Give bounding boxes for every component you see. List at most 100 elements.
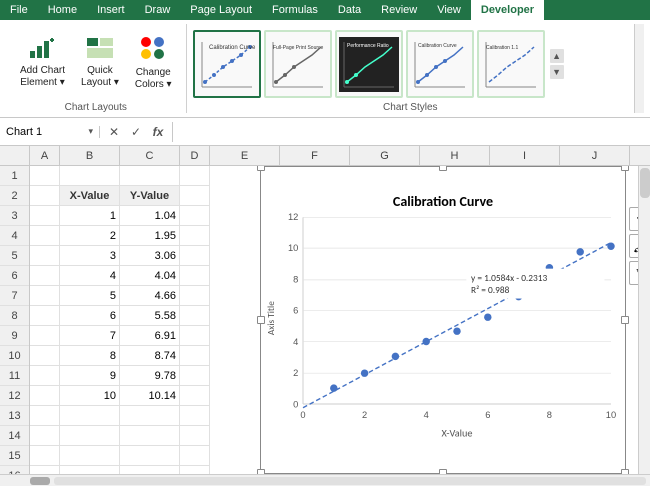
change-colors-button[interactable]: ChangeColors ▾: [129, 33, 178, 93]
cell-b3[interactable]: 1: [60, 206, 120, 226]
row-num-6[interactable]: 6: [0, 266, 29, 286]
cell-c12[interactable]: 10.14: [120, 386, 180, 406]
chart-style-2[interactable]: Full-Page Print Source: [264, 30, 332, 98]
col-header-d[interactable]: D: [180, 146, 210, 165]
name-box-dropdown[interactable]: ▾: [88, 126, 93, 137]
cell-b6[interactable]: 4: [60, 266, 120, 286]
cell-c1[interactable]: [120, 166, 180, 186]
cell-a16[interactable]: [30, 466, 60, 474]
handle-ml[interactable]: [257, 316, 265, 324]
col-header-e[interactable]: E: [210, 146, 280, 165]
cell-c13[interactable]: [120, 406, 180, 426]
tab-developer[interactable]: Developer: [471, 0, 544, 20]
cell-d3[interactable]: [180, 206, 210, 226]
tab-file[interactable]: File: [0, 0, 38, 20]
row-num-10[interactable]: 10: [0, 346, 29, 366]
row-num-12[interactable]: 12: [0, 386, 29, 406]
chart-style-nav-up[interactable]: ▲: [550, 49, 564, 63]
cell-b5[interactable]: 3: [60, 246, 120, 266]
row-num-16[interactable]: 16: [0, 466, 29, 474]
cell-c16[interactable]: [120, 466, 180, 474]
cell-d5[interactable]: [180, 246, 210, 266]
handle-tm[interactable]: [439, 166, 447, 171]
row-num-14[interactable]: 14: [0, 426, 29, 446]
cell-a9[interactable]: [30, 326, 60, 346]
chart-style-btn[interactable]: 🖌: [629, 234, 638, 258]
chart-style-5[interactable]: Calibration 1.1: [477, 30, 545, 98]
cell-a7[interactable]: [30, 286, 60, 306]
cell-b15[interactable]: [60, 446, 120, 466]
cell-a6[interactable]: [30, 266, 60, 286]
cell-a10[interactable]: [30, 346, 60, 366]
cell-c9[interactable]: 6.91: [120, 326, 180, 346]
col-header-b[interactable]: B: [60, 146, 120, 165]
cell-a5[interactable]: [30, 246, 60, 266]
handle-tr[interactable]: [621, 166, 629, 171]
col-header-h[interactable]: H: [420, 146, 490, 165]
tab-data[interactable]: Data: [328, 0, 371, 20]
cell-d11[interactable]: [180, 366, 210, 386]
col-header-g[interactable]: G: [350, 146, 420, 165]
cell-a8[interactable]: [30, 306, 60, 326]
col-header-f[interactable]: F: [280, 146, 350, 165]
tab-home[interactable]: Home: [38, 0, 87, 20]
cell-b9[interactable]: 7: [60, 326, 120, 346]
row-num-13[interactable]: 13: [0, 406, 29, 426]
cell-d2[interactable]: [180, 186, 210, 206]
cell-a4[interactable]: [30, 226, 60, 246]
handle-bm[interactable]: [439, 469, 447, 474]
handle-bl[interactable]: [257, 469, 265, 474]
cell-a12[interactable]: [30, 386, 60, 406]
cell-c5[interactable]: 3.06: [120, 246, 180, 266]
cell-b13[interactable]: [60, 406, 120, 426]
cell-a1[interactable]: [30, 166, 60, 186]
formula-fx-btn[interactable]: fx: [148, 122, 168, 142]
cell-b12[interactable]: 10: [60, 386, 120, 406]
row-num-2[interactable]: 2: [0, 186, 29, 206]
tab-formulas[interactable]: Formulas: [262, 0, 328, 20]
cell-b1[interactable]: [60, 166, 120, 186]
cell-d14[interactable]: [180, 426, 210, 446]
horizontal-scrollbar[interactable]: [0, 474, 650, 486]
cell-b8[interactable]: 6: [60, 306, 120, 326]
cell-c14[interactable]: [120, 426, 180, 446]
cell-a14[interactable]: [30, 426, 60, 446]
tab-insert[interactable]: Insert: [87, 0, 135, 20]
handle-tl[interactable]: [257, 166, 265, 171]
chart-style-nav-down[interactable]: ▼: [550, 65, 564, 79]
cell-d8[interactable]: [180, 306, 210, 326]
row-num-7[interactable]: 7: [0, 286, 29, 306]
cell-a11[interactable]: [30, 366, 60, 386]
col-header-a[interactable]: A: [30, 146, 60, 165]
name-box[interactable]: Chart 1 ▾: [0, 126, 100, 138]
cell-d10[interactable]: [180, 346, 210, 366]
chart-style-3[interactable]: Performance Ratio: [335, 30, 403, 98]
cell-a15[interactable]: [30, 446, 60, 466]
formula-input[interactable]: [173, 126, 650, 138]
col-header-j[interactable]: J: [560, 146, 630, 165]
vertical-scrollbar[interactable]: [638, 166, 650, 474]
cell-b14[interactable]: [60, 426, 120, 446]
cell-c2[interactable]: Y-Value: [120, 186, 180, 206]
cell-a3[interactable]: [30, 206, 60, 226]
chart-filter-btn[interactable]: ▽: [629, 261, 638, 285]
row-num-4[interactable]: 4: [0, 226, 29, 246]
handle-br[interactable]: [621, 469, 629, 474]
cell-d1[interactable]: [180, 166, 210, 186]
row-num-1[interactable]: 1: [0, 166, 29, 186]
col-header-c[interactable]: C: [120, 146, 180, 165]
row-num-11[interactable]: 11: [0, 366, 29, 386]
add-chart-element-button[interactable]: Add ChartElement ▾: [14, 35, 71, 91]
cell-d13[interactable]: [180, 406, 210, 426]
row-num-15[interactable]: 15: [0, 446, 29, 466]
cell-c6[interactable]: 4.04: [120, 266, 180, 286]
handle-mr[interactable]: [621, 316, 629, 324]
formula-cancel-btn[interactable]: ✕: [104, 122, 124, 142]
cell-d7[interactable]: [180, 286, 210, 306]
cell-c3[interactable]: 1.04: [120, 206, 180, 226]
quick-layout-button[interactable]: QuickLayout ▾: [75, 35, 125, 91]
cell-d15[interactable]: [180, 446, 210, 466]
row-num-9[interactable]: 9: [0, 326, 29, 346]
chart-container[interactable]: + 🖌 ▽ Calibration Curve: [260, 166, 626, 474]
cell-c8[interactable]: 5.58: [120, 306, 180, 326]
